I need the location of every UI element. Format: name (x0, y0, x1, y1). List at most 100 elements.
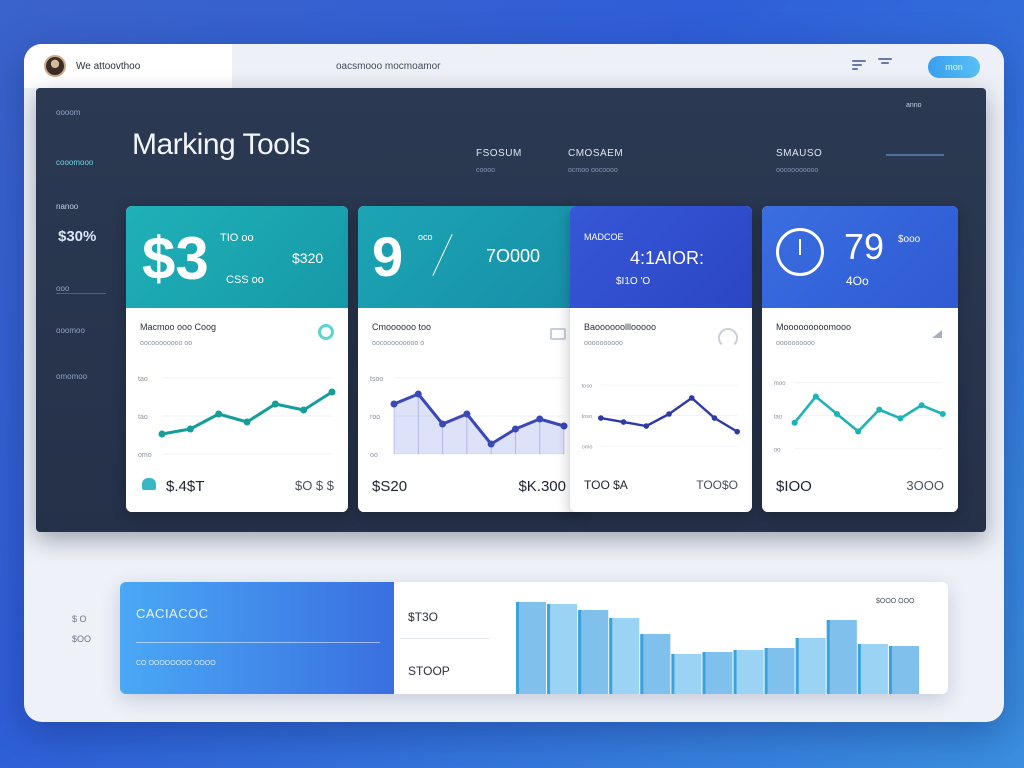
bar (578, 610, 609, 694)
card-label: $ooo (898, 234, 921, 245)
y-tick-label: omo (582, 444, 593, 450)
data-point (918, 402, 925, 409)
summary-value: STOOP (408, 664, 450, 678)
sidebar-item[interactable]: ooomoo (56, 326, 85, 335)
card-footer-right: $O $ $ (294, 478, 334, 493)
card-body: Mooooooooomooo oooooooooo moo tao oo $IOO … (762, 308, 958, 512)
card-label: TIO oo (220, 232, 254, 244)
data-point (215, 410, 223, 418)
card-header: MADCOE 4:1AIOR: $I1O 'O (570, 206, 752, 308)
bar-edge (888, 646, 892, 694)
summary-card[interactable]: CACIACOC CO OOOOOOOO OOOO $T3O STOOP $OO… (120, 582, 948, 694)
metric-card[interactable]: 79 $ooo 4Oo Mooooooooomooo oooooooooo mo… (762, 206, 958, 512)
card-footer-left: $IOO (776, 478, 812, 495)
data-point (711, 415, 718, 421)
card-label: oco (418, 232, 433, 242)
header-column-sub: oocoooooooo (776, 167, 819, 174)
card-header: 79 $ooo 4Oo (762, 206, 958, 308)
bar (516, 602, 547, 694)
bar (702, 652, 733, 694)
data-point (897, 415, 904, 422)
summary-value: $T3O (408, 610, 439, 624)
sidebar-item[interactable]: nanoo (56, 202, 78, 211)
user-name: We attoovthoo (76, 60, 141, 72)
data-point (414, 390, 422, 398)
metric-card[interactable]: $3 TIO oo $320 CSS oo Macmoo ooo Coog oo… (126, 206, 348, 512)
card-body-title: Mooooooooomooo (776, 322, 852, 332)
data-point (620, 419, 627, 425)
card-body-title: Macmoo ooo Coog (140, 322, 217, 332)
sidebar-item[interactable]: cooomooo (56, 158, 93, 167)
bar-edge (733, 650, 737, 694)
area-fill (394, 394, 564, 454)
sidebar-item[interactable]: omomoo (56, 372, 87, 381)
y-tick-label: oo (774, 446, 781, 453)
bar (733, 650, 764, 694)
card-header: 9 oco 7O000 (358, 206, 580, 308)
summary-subtitle: CO OOOOOOOO OOOO (136, 660, 216, 667)
bar-chart (516, 602, 919, 694)
y-tick-label: tao (138, 376, 148, 383)
bar-edge (640, 634, 644, 694)
card-body-subtitle: oocooooooooo o (372, 340, 425, 347)
panel-label: anno (906, 102, 922, 109)
data-point (487, 440, 495, 448)
card-mid-value: 4Oo (846, 274, 869, 288)
line-chart: tao tao omo (138, 376, 336, 459)
y-tick-label: tao (138, 414, 148, 421)
sort-icon[interactable] (878, 58, 892, 68)
y-tick-label: toso (582, 384, 593, 390)
card-big-value: 4:1AIOR: (630, 248, 705, 268)
card-mid-value: 7O000 (486, 246, 541, 266)
data-point (463, 410, 471, 418)
card-big-value: $3 (142, 225, 209, 292)
user-tab[interactable]: We attoovthoo (24, 44, 232, 88)
card-mid-value: $320 (292, 250, 324, 266)
top-bar: We attoovthoo oacsmooo mocmoamor mon (24, 44, 1004, 88)
filter-icon[interactable] (852, 60, 866, 70)
expand-icon[interactable] (550, 328, 566, 340)
metric-card[interactable]: 9 oco 7O000 Cmoooooo too oocooooooooo o … (358, 206, 580, 512)
data-point (158, 430, 166, 438)
data-point (511, 425, 519, 433)
data-point (833, 410, 841, 418)
bar (671, 654, 702, 694)
avatar[interactable] (44, 55, 66, 77)
data-point (939, 410, 946, 418)
divider (432, 233, 453, 277)
header-column-label: SMAUSO (776, 148, 823, 159)
data-point (560, 422, 568, 430)
line-chart: toso toso omo (582, 384, 740, 450)
metric-card[interactable]: MADCOE 4:1AIOR: $I1O 'O Baoooooolllooooo… (570, 206, 752, 512)
area-chart: tsoo roo oo (370, 376, 568, 459)
bar-edge (795, 638, 799, 694)
data-point (688, 395, 695, 401)
sidebar-item[interactable]: ooo (56, 284, 106, 294)
dashboard-panel: oooom cooomooo nanoo $30% ooo ooomoo omo… (36, 88, 986, 532)
header-column: CMOSAEM ocmoo oocoooo (568, 148, 623, 174)
panel-link[interactable] (886, 154, 944, 156)
bar-edge (857, 644, 861, 694)
bar (826, 620, 857, 694)
header-column-sub: ocmoo oocoooo (568, 167, 618, 174)
data-point (666, 411, 672, 417)
data-point (791, 419, 798, 426)
card-header: $3 TIO oo $320 CSS oo (126, 206, 348, 308)
data-point (643, 423, 650, 429)
bar-edge (764, 648, 768, 694)
trend-icon (932, 330, 942, 338)
y-tick-label: tsoo (370, 376, 383, 383)
sidebar-item[interactable]: oooom (56, 108, 80, 117)
card-body-subtitle: oooooooooo (776, 340, 815, 347)
data-point (271, 400, 279, 408)
bar (609, 618, 640, 694)
progress-ring-icon (318, 324, 334, 340)
top-action-button[interactable]: mon (928, 56, 980, 78)
data-point (876, 406, 883, 413)
card-footer-left: $.4$T (166, 478, 205, 495)
bar-edge (609, 618, 613, 694)
card-body-title: Baoooooolllooooo (584, 322, 657, 332)
data-point (186, 425, 194, 433)
line-chart: moo tao oo (774, 380, 946, 453)
bar-edge (702, 652, 706, 694)
